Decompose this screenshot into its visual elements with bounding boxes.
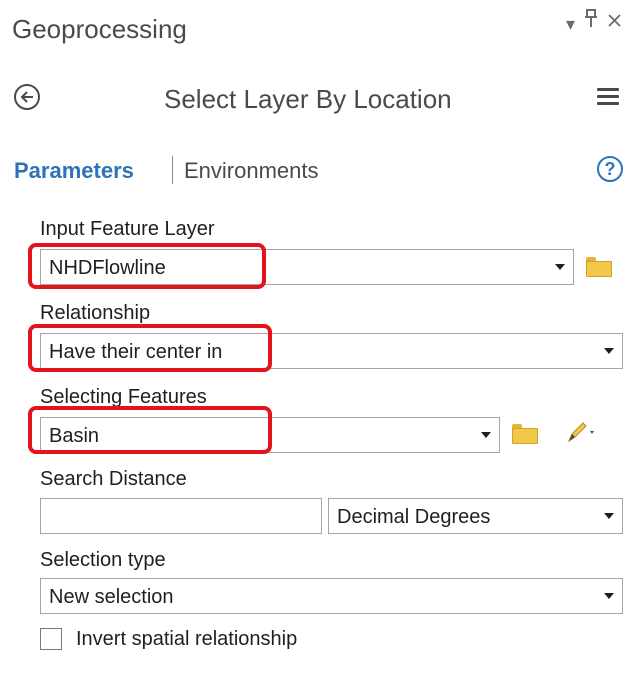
pane-title: Geoprocessing: [12, 14, 187, 44]
folder-icon[interactable]: [586, 257, 612, 277]
selection-type-label: Selection type: [40, 549, 166, 571]
distance-unit-value: Decimal Degrees: [337, 506, 491, 528]
chevron-down-icon: [604, 348, 614, 354]
geoprocessing-pane: Geoprocessing ▾ Select Layer By Location…: [0, 0, 636, 674]
pin-icon[interactable]: [582, 8, 600, 36]
tab-divider: [172, 156, 173, 184]
tool-title: Select Layer By Location: [164, 84, 452, 114]
relationship-label: Relationship: [40, 302, 151, 324]
selection-type-dropdown[interactable]: New selection: [40, 578, 623, 614]
hamburger-menu-icon[interactable]: [597, 88, 619, 108]
folder-icon[interactable]: [512, 424, 538, 444]
highlight-box-input-layer: [28, 243, 266, 289]
chevron-down-icon: [555, 264, 565, 270]
chevron-down-icon: [604, 513, 614, 519]
pane-options-dropdown[interactable]: ▾: [566, 14, 575, 35]
invert-spatial-relationship-checkbox[interactable]: [40, 628, 62, 650]
highlight-box-relationship: [28, 324, 272, 372]
invert-spatial-relationship-label: Invert spatial relationship: [76, 628, 298, 650]
chevron-down-icon: [481, 432, 491, 438]
help-icon[interactable]: ?: [597, 156, 623, 182]
chevron-down-icon: [604, 593, 614, 599]
tab-environments[interactable]: Environments: [184, 158, 319, 184]
search-distance-input[interactable]: [40, 498, 322, 534]
search-distance-label: Search Distance: [40, 468, 187, 490]
distance-unit-dropdown[interactable]: Decimal Degrees: [328, 498, 623, 534]
close-icon[interactable]: [607, 8, 623, 36]
selection-type-value: New selection: [49, 586, 174, 608]
tab-parameters[interactable]: Parameters: [14, 158, 134, 184]
pencil-icon[interactable]: [566, 420, 596, 444]
highlight-box-selecting-features: [28, 406, 272, 454]
back-arrow-icon[interactable]: [14, 84, 40, 110]
pane-header: Geoprocessing ▾: [0, 0, 636, 62]
input-feature-layer-label: Input Feature Layer: [40, 218, 215, 240]
